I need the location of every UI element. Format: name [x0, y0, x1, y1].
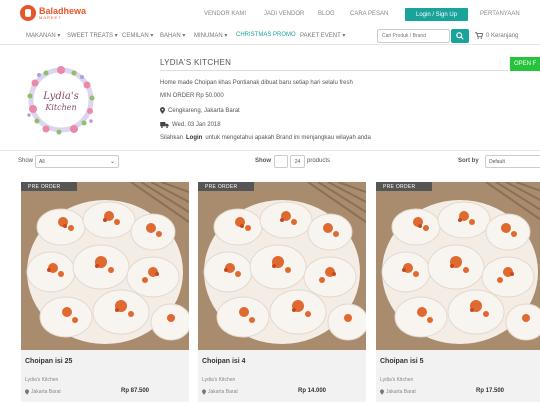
- nav-item-makanan[interactable]: MAKANAN ▾: [26, 32, 60, 39]
- store-description: Home made Choipan khas Pontianak dibuat …: [160, 80, 353, 86]
- location-pin-icon: [380, 389, 384, 395]
- nav-item-bahan[interactable]: BAHAN ▾: [160, 32, 185, 39]
- product-card[interactable]: PRE ORDER Choipan isi 25 Lydia's Kitchen…: [21, 182, 189, 402]
- product-image[interactable]: PRE ORDER: [376, 182, 540, 350]
- bag-logo-icon: [20, 5, 36, 21]
- search-button[interactable]: [451, 29, 469, 43]
- nav-item-cemilan[interactable]: CEMILAN ▾: [122, 32, 153, 39]
- show-filter-label: Show: [18, 158, 34, 164]
- nav-item-paket-event[interactable]: PAKET EVENT ▾: [300, 32, 345, 39]
- store-date-text: Wed, 03 Jan 2018: [172, 122, 221, 128]
- svg-text:Kitchen: Kitchen: [44, 103, 76, 112]
- per-page-select[interactable]: 24: [290, 155, 305, 168]
- product-card[interactable]: PRE ORDER Choipan isi 5 Lydia's Kitchen …: [376, 182, 540, 402]
- pre-order-badge: PRE ORDER: [198, 182, 254, 191]
- top-link-cara-pesan[interactable]: CARA PESAN: [350, 11, 388, 17]
- search-icon: [456, 32, 464, 40]
- nav-item-christmas-promo[interactable]: CHRISTMAS PROMO: [236, 32, 296, 38]
- show-filter-select[interactable]: All ⌄: [35, 155, 119, 168]
- product-card[interactable]: PRE ORDER Choipan isi 4 Lydia's Kitchen …: [198, 182, 366, 402]
- store-location-text: Cengkareng, Jakarta Barat: [168, 107, 240, 114]
- top-link-jadi-vendor[interactable]: JADI VENDOR: [264, 11, 304, 17]
- cart-link[interactable]: 0 Keranjang: [475, 32, 518, 39]
- product-location: Jakarta Barat: [380, 389, 416, 395]
- login-link[interactable]: Login: [186, 135, 202, 141]
- svg-text:Lydia's: Lydia's: [42, 91, 79, 102]
- login-note: Silahkan Login untuk mengetahui apakah B…: [160, 135, 371, 141]
- nav-item-minuman[interactable]: MINUMAN ▾: [194, 32, 227, 39]
- pre-order-badge: PRE ORDER: [376, 182, 432, 191]
- top-link-blog[interactable]: BLOG: [318, 11, 335, 17]
- product-name[interactable]: Choipan isi 4: [202, 358, 246, 365]
- per-page-suffix: products: [307, 158, 331, 164]
- cart-icon: [475, 32, 483, 39]
- product-name[interactable]: Choipan isi 5: [380, 358, 424, 365]
- sort-select[interactable]: Default: [485, 155, 540, 168]
- product-location: Jakarta Barat: [202, 389, 238, 395]
- location-pin-icon: [202, 389, 206, 395]
- sort-value: Default: [489, 159, 505, 165]
- location-pin-icon: [25, 389, 29, 395]
- top-bar: Baladhewa MARKET VENDOR KAMI JADI VENDOR…: [0, 0, 540, 28]
- divider: [160, 70, 508, 71]
- login-note-pre: Silahkan: [160, 135, 184, 141]
- delivery-truck-icon: [160, 122, 169, 128]
- store-name: LYDIA'S KITCHEN: [160, 58, 232, 67]
- per-page-value: 24: [294, 159, 301, 165]
- login-signup-button[interactable]: Login / Sign Up: [405, 8, 468, 21]
- store-logo: Lydia's Kitchen: [24, 63, 98, 137]
- product-price: Rp 14.000: [298, 388, 327, 394]
- site-logo[interactable]: Baladhewa MARKET: [20, 5, 86, 21]
- product-price: Rp 17.500: [476, 388, 505, 394]
- store-date: Wed, 03 Jan 2018: [160, 122, 221, 128]
- product-name[interactable]: Choipan isi 25: [25, 358, 72, 365]
- logo-subtext: MARKET: [39, 14, 62, 20]
- pre-order-badge: PRE ORDER: [21, 182, 77, 191]
- store-location: Cengkareng, Jakarta Barat: [160, 107, 240, 114]
- chevron-down-icon: ⌄: [109, 159, 115, 165]
- top-link-vendor-kami[interactable]: VENDOR KAMI: [204, 11, 246, 17]
- location-pin-icon: [160, 107, 165, 114]
- product-price: Rp 87.500: [121, 388, 150, 394]
- sort-label: Sort by: [458, 158, 479, 164]
- per-page-label: Show: [255, 158, 271, 164]
- top-link-pertanyaan[interactable]: PERTANYAAN: [480, 11, 520, 17]
- product-image[interactable]: PRE ORDER: [198, 182, 366, 350]
- product-image[interactable]: PRE ORDER: [21, 182, 189, 350]
- show-filter-value: All: [39, 159, 45, 165]
- cart-label: 0 Keranjang: [486, 32, 519, 39]
- search-input[interactable]: [377, 29, 450, 43]
- product-store[interactable]: Lydia's Kitchen: [380, 377, 413, 383]
- floral-wreath-logo: Lydia's Kitchen: [27, 66, 95, 135]
- product-store[interactable]: Lydia's Kitchen: [202, 377, 235, 383]
- store-status-badge: OPEN F: [510, 57, 540, 71]
- product-location: Jakarta Barat: [25, 389, 61, 395]
- nav-item-sweet-treats[interactable]: SWEET TREATS ▾: [67, 32, 118, 39]
- per-page-prev[interactable]: [274, 155, 288, 168]
- login-note-post: untuk mengetahui apakah Brand ini menjan…: [205, 135, 371, 141]
- store-min-order: MIN ORDER Rp 50.000: [160, 93, 224, 99]
- filter-bar: Show All ⌄ Show 24 products Sort by Defa…: [0, 150, 540, 172]
- product-store[interactable]: Lydia's Kitchen: [25, 377, 58, 383]
